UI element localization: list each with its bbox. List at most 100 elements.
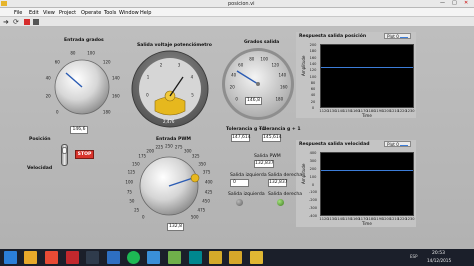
chart-pos-y-tick: 40 bbox=[310, 93, 316, 98]
pwm-knob-handle bbox=[190, 173, 200, 183]
knob-entrada-tick: 80 bbox=[70, 50, 76, 56]
gauge-voltaje-tick: 1 bbox=[146, 74, 150, 80]
led-izquierda-icon[interactable] bbox=[236, 199, 243, 206]
abort-icon[interactable] bbox=[24, 19, 30, 25]
browser-icon[interactable] bbox=[45, 251, 58, 264]
gauge-grados-tick: 120 bbox=[271, 62, 280, 68]
menu-edit[interactable]: Edit bbox=[29, 10, 39, 16]
knob-entrada-value[interactable]: 146,6 bbox=[70, 126, 88, 134]
pwm-tick: 425 bbox=[204, 189, 213, 195]
chart-vel-plot[interactable] bbox=[320, 152, 414, 216]
skype-icon[interactable] bbox=[147, 251, 160, 264]
labview-vi-icon[interactable] bbox=[229, 251, 242, 264]
selector-switch[interactable] bbox=[61, 144, 68, 166]
pwm-tick: 75 bbox=[126, 189, 132, 195]
window-title: posicion.vi bbox=[228, 1, 255, 7]
arduino-icon[interactable] bbox=[189, 251, 202, 264]
menu-project[interactable]: Project bbox=[59, 10, 76, 16]
chart-pos-plot[interactable] bbox=[320, 44, 414, 108]
menu-operate[interactable]: Operate bbox=[81, 10, 101, 16]
spotify-icon[interactable] bbox=[127, 251, 140, 264]
pwm-tick: 375 bbox=[202, 169, 211, 175]
pwm-tick: 250 bbox=[165, 143, 173, 149]
chart-pos-y-tick: 120 bbox=[309, 68, 317, 73]
knob-entrada-tick: 100 bbox=[87, 50, 95, 56]
chart-pos-y-tick: 140 bbox=[309, 61, 317, 66]
led-izquierda-label: Salida izquierda bbox=[228, 192, 265, 197]
menu-help[interactable]: Help bbox=[140, 10, 151, 16]
chart-pos-y-tick: 160 bbox=[309, 55, 317, 60]
chart-vel-y-tick: -300 bbox=[308, 206, 318, 211]
gauge-grados-label: Grados salida bbox=[244, 40, 280, 45]
gauge-grados-tick: 140 bbox=[278, 72, 287, 78]
chart-pos-y-tick: 80 bbox=[310, 80, 316, 85]
pause-icon[interactable] bbox=[33, 19, 39, 25]
language-indicator[interactable]: ESP bbox=[410, 254, 417, 259]
knob-entrada-tick: 40 bbox=[45, 75, 51, 81]
run-arrow-icon[interactable]: ➜ bbox=[3, 18, 9, 26]
chart-vel-title: Respuesta salida velocidad bbox=[299, 142, 370, 147]
chart-pos-ylabel: Amplitude bbox=[301, 55, 306, 77]
pwm-tick: 225 bbox=[155, 144, 164, 150]
chart-vel-y-tick: 200 bbox=[309, 166, 317, 171]
pwm-tick: 0 bbox=[142, 214, 145, 220]
chart-vel-legend[interactable]: Plot 0 bbox=[384, 141, 412, 147]
led-derecha-label: Salida derecha bbox=[268, 192, 303, 197]
chart-vel-y-tick: 300 bbox=[309, 158, 317, 163]
gauge-grados-tick: 0 bbox=[235, 96, 238, 102]
clock-time[interactable]: 20:53 bbox=[432, 251, 445, 256]
minimize-button[interactable]: — bbox=[440, 0, 445, 6]
gauge-voltaje-tick: 0 bbox=[146, 92, 149, 98]
clock-date[interactable]: 14/12/2015 bbox=[427, 258, 451, 263]
labview-vi2-icon[interactable] bbox=[250, 251, 263, 264]
chart-pos-y-tick: 0 bbox=[311, 106, 315, 110]
chart-pos-y-tick: 100 bbox=[309, 74, 317, 79]
knob-entrada-dial[interactable] bbox=[37, 45, 127, 130]
run-continuous-icon[interactable]: ⟳ bbox=[13, 18, 19, 26]
pwm-tick: 175 bbox=[138, 153, 147, 159]
tol-minus-value: 147,614 bbox=[231, 134, 251, 142]
labview-taskbar-icon[interactable] bbox=[209, 251, 222, 264]
salida-pwm-label: Salida PWM bbox=[254, 154, 281, 159]
chart-vel-y-tick: -200 bbox=[308, 198, 318, 203]
app-green-icon[interactable] bbox=[168, 251, 181, 264]
windows-start-icon[interactable] bbox=[4, 251, 17, 264]
menu-window[interactable]: Window bbox=[119, 10, 139, 16]
chart-vel-y-tick: -100 bbox=[308, 190, 318, 195]
pwm-tick: 325 bbox=[191, 153, 200, 159]
salida-izquierda-label: Salida izquierda bbox=[230, 173, 267, 178]
chart-pos-y-tick: 20 bbox=[310, 99, 316, 104]
file-explorer-icon[interactable] bbox=[24, 251, 37, 264]
run-toolbar: ➜ ⟳ bbox=[0, 17, 474, 27]
chart-pos-legend[interactable]: Plot 0 bbox=[384, 33, 412, 39]
pwm-tick: 25 bbox=[134, 207, 140, 212]
close-button[interactable]: ✕ bbox=[464, 0, 468, 6]
menu-view[interactable]: View bbox=[43, 10, 55, 16]
labview-icon bbox=[1, 1, 7, 6]
pwm-tick: 100 bbox=[125, 179, 134, 185]
taskbar: ESP 20:53 14/12/2015 bbox=[0, 249, 474, 266]
led-derecha-icon[interactable] bbox=[277, 199, 284, 206]
maximize-button[interactable]: □ bbox=[452, 0, 457, 6]
stop-button[interactable]: STOP bbox=[75, 150, 94, 159]
menu-bar: File Edit View Project Operate Tools Win… bbox=[0, 8, 474, 17]
app-icon[interactable] bbox=[86, 251, 99, 264]
pwm-tick: 150 bbox=[132, 161, 140, 167]
chart-vel-legend-text: Plot 0 bbox=[387, 142, 399, 147]
menu-tools[interactable]: Tools bbox=[104, 10, 116, 16]
chart-vel-panel: Respuesta salida velocidad Plot 0 400 300… bbox=[296, 140, 416, 227]
front-panel: Entrada grados 0 20 40 60 80 100 120 140 160 180 … bbox=[0, 27, 474, 249]
gauge-voltaje-tick: 5 bbox=[191, 92, 194, 98]
chart-pos-panel: Respuesta salida posición Plot 0 200 180 1… bbox=[296, 32, 416, 118]
acrobat-icon[interactable] bbox=[66, 251, 79, 264]
pwm-tick: 350 bbox=[198, 161, 206, 167]
chart-vel-y-tick: 0 bbox=[311, 182, 315, 187]
word-icon[interactable] bbox=[107, 251, 120, 264]
chart-pos-y-tick: 60 bbox=[310, 87, 316, 92]
salida-derecha-value: 132,837 bbox=[268, 179, 288, 187]
menu-file[interactable]: File bbox=[14, 10, 22, 16]
chart-vel-y-tick: 400 bbox=[309, 151, 317, 155]
gauge-grados-tick: 60 bbox=[238, 62, 244, 68]
gauge-voltaje-tick: 2 bbox=[159, 62, 163, 68]
pwm-value[interactable]: 132,8 bbox=[167, 223, 184, 231]
